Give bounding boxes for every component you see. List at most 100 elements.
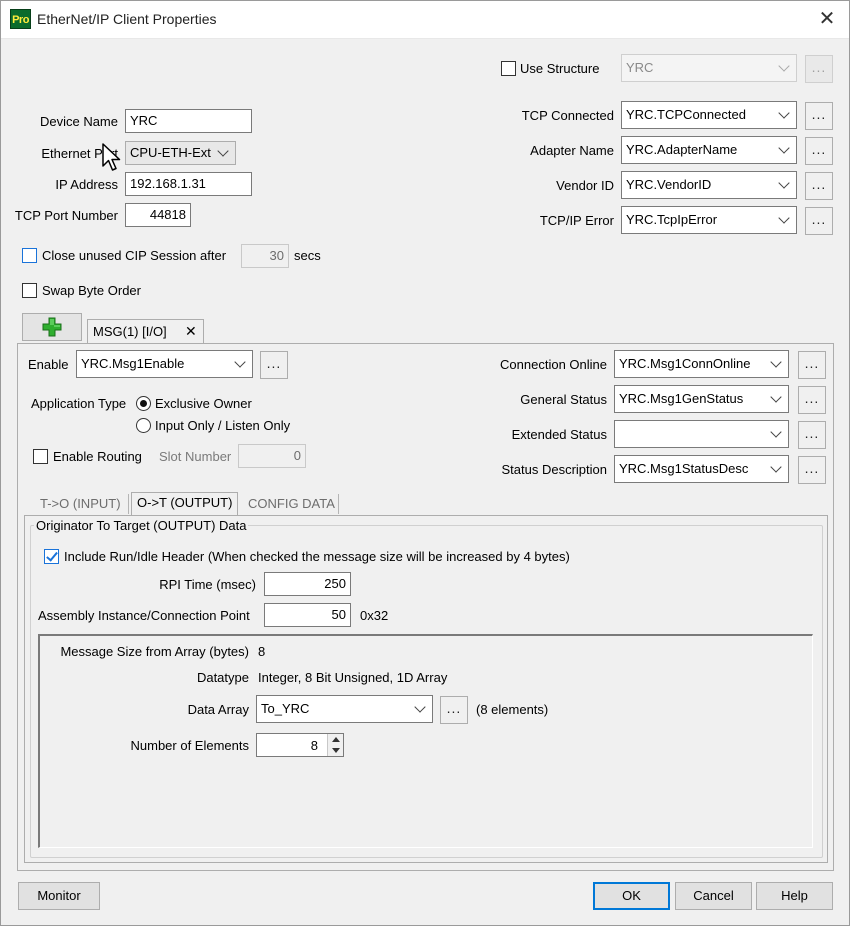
tab-config[interactable]: CONFIG DATA	[243, 494, 340, 516]
include-run-idle-label: Include Run/Idle Header (When checked th…	[64, 549, 570, 564]
general-status-select[interactable]: YRC.Msg1GenStatus	[614, 385, 789, 413]
close-session-seconds-input[interactable]: 30	[241, 244, 289, 268]
window-title: EtherNet/IP Client Properties	[37, 11, 217, 27]
chevron-down-icon	[770, 461, 782, 473]
tcp-connected-label: TCP Connected	[521, 108, 614, 123]
tcpip-error-label: TCP/IP Error	[539, 213, 614, 228]
connection-online-select[interactable]: YRC.Msg1ConnOnline	[614, 350, 789, 378]
input-only-label: Input Only / Listen Only	[155, 418, 291, 433]
tab-divider	[338, 494, 339, 514]
swap-byte-checkbox[interactable]	[22, 283, 37, 298]
vendor-id-value: YRC.VendorID	[626, 177, 712, 192]
include-run-idle-checkbox[interactable]	[44, 549, 59, 564]
chevron-down-icon	[234, 356, 246, 368]
slot-number-label: Slot Number	[159, 449, 232, 464]
close-session-label: Close unused CIP Session after	[42, 248, 227, 263]
tab-msg1[interactable]: MSG(1) [I/O] ✕	[87, 319, 204, 344]
stepper-arrows[interactable]	[327, 734, 343, 756]
ip-address-label: IP Address	[55, 177, 118, 192]
use-structure-browse-button[interactable]: ...	[805, 55, 833, 83]
ip-address-input[interactable]: 192.168.1.31	[125, 172, 252, 196]
chevron-down-icon	[770, 391, 782, 403]
enable-routing-checkbox[interactable]	[33, 449, 48, 464]
general-status-browse-button[interactable]: ...	[798, 386, 826, 414]
mouse-cursor-icon	[102, 143, 121, 171]
tab-divider	[128, 494, 129, 514]
tcpip-error-browse-button[interactable]: ...	[805, 207, 833, 235]
vendor-id-select[interactable]: YRC.VendorID	[621, 171, 797, 199]
assembly-instance-label: Assembly Instance/Connection Point	[38, 608, 250, 623]
tab-input[interactable]: T->O (INPUT)	[35, 494, 126, 516]
ok-button[interactable]: OK	[593, 882, 670, 910]
tcpip-error-select[interactable]: YRC.TcpIpError	[621, 206, 797, 234]
chevron-down-icon	[778, 177, 790, 189]
tab-output[interactable]: O->T (OUTPUT)	[131, 492, 239, 516]
ethernet-port-select[interactable]: CPU-ETH-Ext	[125, 141, 236, 165]
datatype-label: Datatype	[196, 670, 249, 685]
extended-status-label: Extended Status	[511, 427, 607, 442]
status-description-browse-button[interactable]: ...	[798, 456, 826, 484]
connection-online-value: YRC.Msg1ConnOnline	[619, 356, 751, 371]
rpi-time-label: RPI Time (msec)	[159, 577, 256, 592]
rpi-time-input[interactable]: 250	[264, 572, 351, 596]
swap-byte-label: Swap Byte Order	[42, 283, 141, 298]
use-structure-select[interactable]: YRC	[621, 54, 797, 82]
chevron-down-icon	[770, 426, 782, 438]
adapter-name-select[interactable]: YRC.AdapterName	[621, 136, 797, 164]
chevron-down-icon	[778, 142, 790, 154]
cancel-button[interactable]: Cancel	[675, 882, 752, 910]
adapter-name-browse-button[interactable]: ...	[805, 137, 833, 165]
chevron-down-icon[interactable]	[332, 748, 340, 753]
tcpip-error-value: YRC.TcpIpError	[626, 212, 718, 227]
number-of-elements-label: Number of Elements	[130, 738, 250, 753]
title-bar: Pro EtherNet/IP Client Properties ✕	[0, 0, 850, 39]
datatype-value: Integer, 8 Bit Unsigned, 1D Array	[258, 670, 448, 685]
use-structure-value: YRC	[626, 60, 654, 75]
adapter-name-label: Adapter Name	[530, 143, 614, 158]
connection-online-label: Connection Online	[500, 357, 607, 372]
message-size-value: 8	[258, 644, 266, 659]
add-message-button[interactable]	[22, 313, 82, 341]
data-array-value: To_YRC	[261, 701, 310, 716]
number-of-elements-value: 8	[310, 738, 318, 753]
enable-select[interactable]: YRC.Msg1Enable	[76, 350, 253, 378]
chevron-down-icon	[217, 145, 229, 157]
tcp-port-input[interactable]: 44818	[125, 203, 191, 227]
extended-status-select[interactable]	[614, 420, 789, 448]
connection-online-browse-button[interactable]: ...	[798, 351, 826, 379]
chevron-down-icon	[778, 107, 790, 119]
close-session-checkbox[interactable]	[22, 248, 37, 263]
chevron-down-icon	[778, 60, 790, 72]
close-icon[interactable]: ✕	[812, 6, 842, 32]
data-array-browse-button[interactable]: ...	[440, 696, 468, 724]
status-description-select[interactable]: YRC.Msg1StatusDesc	[614, 455, 789, 483]
extended-status-browse-button[interactable]: ...	[798, 421, 826, 449]
close-session-unit: secs	[294, 248, 321, 263]
help-button[interactable]: Help	[756, 882, 833, 910]
chevron-up-icon[interactable]	[332, 737, 340, 742]
adapter-name-value: YRC.AdapterName	[626, 142, 738, 157]
assembly-instance-input[interactable]: 50	[264, 603, 351, 627]
vendor-id-label: Vendor ID	[556, 178, 614, 193]
exclusive-owner-radio[interactable]	[136, 396, 151, 411]
application-type-label: Application Type	[31, 396, 127, 411]
assembly-instance-hex: 0x32	[360, 608, 389, 623]
slot-number-input[interactable]: 0	[238, 444, 306, 468]
monitor-button[interactable]: Monitor	[18, 882, 100, 910]
tcp-connected-select[interactable]: YRC.TCPConnected	[621, 101, 797, 129]
data-array-select[interactable]: To_YRC	[256, 695, 433, 723]
use-structure-checkbox[interactable]	[501, 61, 516, 76]
data-array-label: Data Array	[187, 702, 249, 717]
device-name-input[interactable]: YRC	[125, 109, 252, 133]
device-name-label: Device Name	[39, 114, 118, 129]
ethernet-port-value: CPU-ETH-Ext	[130, 145, 211, 160]
vendor-id-browse-button[interactable]: ...	[805, 172, 833, 200]
chevron-down-icon	[770, 356, 782, 368]
number-of-elements-stepper[interactable]: 8	[256, 733, 344, 757]
enable-browse-button[interactable]: ...	[260, 351, 288, 379]
tcp-connected-browse-button[interactable]: ...	[805, 102, 833, 130]
input-only-radio[interactable]	[136, 418, 151, 433]
enable-value: YRC.Msg1Enable	[81, 356, 185, 371]
close-tab-icon[interactable]: ✕	[185, 323, 197, 340]
general-status-value: YRC.Msg1GenStatus	[619, 391, 744, 406]
